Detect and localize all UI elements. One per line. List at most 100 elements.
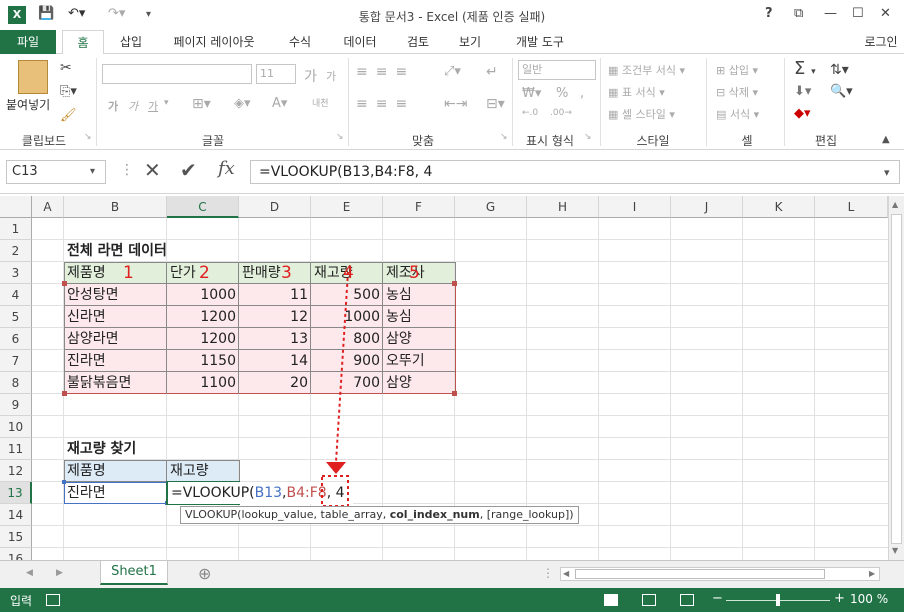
expand-formula-bar-icon[interactable]: ▾ xyxy=(884,166,890,179)
row-header-15[interactable]: 15 xyxy=(0,526,32,548)
row-header-8[interactable]: 8 xyxy=(0,372,32,394)
font-size-combo[interactable]: 11 xyxy=(256,64,296,84)
find-select-icon[interactable]: 🔍▾ xyxy=(830,84,853,99)
row-header-6[interactable]: 6 xyxy=(0,328,32,350)
delete-cells-button[interactable]: ⊟ 삭제 ▾ xyxy=(716,84,758,100)
row-header-9[interactable]: 9 xyxy=(0,394,32,416)
vertical-scrollbar[interactable]: ▲ ▼ xyxy=(888,196,904,560)
select-all-button[interactable] xyxy=(0,196,32,218)
row-header-11[interactable]: 11 xyxy=(0,438,32,460)
decrease-decimal-icon[interactable]: .00→ xyxy=(550,108,572,118)
column-header-i[interactable]: I xyxy=(599,196,671,218)
percent-button[interactable]: % xyxy=(556,86,568,101)
row-header-1[interactable]: 1 xyxy=(0,218,32,240)
number-launcher-icon[interactable]: ↘ xyxy=(584,132,592,142)
row-header-13[interactable]: 13 xyxy=(0,482,32,504)
zoom-slider-thumb[interactable] xyxy=(776,594,780,606)
tab-data[interactable]: 데이터 xyxy=(336,30,384,54)
wrap-text-icon[interactable]: ↵ xyxy=(486,64,498,80)
grow-font-button[interactable]: 가 xyxy=(304,66,317,86)
row-header-7[interactable]: 7 xyxy=(0,350,32,372)
close-button[interactable]: ✕ xyxy=(880,6,891,24)
paste-button[interactable]: 붙여넣기 xyxy=(6,96,50,113)
font-color-icon[interactable]: A▾ xyxy=(272,96,287,111)
worksheet-grid[interactable]: A B C D E F G H I J K L 1 2 3 4 5 6 7 8 … xyxy=(0,196,904,560)
prev-sheet-icon[interactable]: ◀ xyxy=(26,568,33,578)
shrink-font-button[interactable]: 가 xyxy=(326,68,336,84)
cell-styles-button[interactable]: ▦ 셀 스타일 ▾ xyxy=(608,106,675,122)
row-header-5[interactable]: 5 xyxy=(0,306,32,328)
column-header-a[interactable]: A xyxy=(32,196,64,218)
next-sheet-icon[interactable]: ▶ xyxy=(56,568,63,578)
conditional-format-button[interactable]: ▦ 조건부 서식 ▾ xyxy=(608,62,685,78)
login-link[interactable]: 로그인 xyxy=(858,30,904,54)
cut-icon[interactable]: ✂ xyxy=(60,60,72,76)
tab-insert[interactable]: 삽입 xyxy=(110,30,152,54)
minimize-button[interactable]: — xyxy=(824,6,837,24)
phonetic-button[interactable]: 내천 xyxy=(312,96,329,109)
number-format-combo[interactable]: 일반 xyxy=(518,60,596,80)
column-header-f[interactable]: F xyxy=(383,196,455,218)
vertical-align-icons[interactable]: ≡≡≡ xyxy=(356,64,415,80)
row-header-12[interactable]: 12 xyxy=(0,460,32,482)
alignment-launcher-icon[interactable]: ↘ xyxy=(500,132,508,142)
bold-button[interactable]: 가 xyxy=(108,98,118,114)
underline-dropdown-icon[interactable]: ▾ xyxy=(164,98,169,108)
column-header-b[interactable]: B xyxy=(64,196,167,218)
borders-icon[interactable]: ⊞▾ xyxy=(192,96,211,112)
format-cells-button[interactable]: ▤ 서식 ▾ xyxy=(716,106,759,122)
format-as-table-button[interactable]: ▦ 표 서식 ▾ xyxy=(608,84,665,100)
new-sheet-button[interactable]: ⊕ xyxy=(198,564,211,583)
tab-file[interactable]: 파일 xyxy=(0,30,56,54)
paste-icon[interactable] xyxy=(18,60,48,94)
tab-review[interactable]: 검토 xyxy=(398,30,438,54)
increase-decimal-icon[interactable]: ←.0 xyxy=(522,108,538,118)
horizontal-align-icons[interactable]: ≡≡≡ xyxy=(356,96,415,112)
tab-split-icon[interactable]: ⋮ xyxy=(542,566,554,580)
column-header-c[interactable]: C xyxy=(167,196,239,218)
tab-view[interactable]: 보기 xyxy=(450,30,490,54)
confirm-entry-icon[interactable]: ✔ xyxy=(180,158,197,182)
cancel-entry-icon[interactable]: ✕ xyxy=(144,158,161,182)
merge-icon[interactable]: ⊟▾ xyxy=(486,96,505,112)
clear-icon[interactable]: ◆▾ xyxy=(794,106,811,121)
column-header-l[interactable]: L xyxy=(815,196,888,218)
indent-icon[interactable]: ⇤⇥ xyxy=(444,96,467,112)
clipboard-launcher-icon[interactable]: ↘ xyxy=(84,132,92,142)
row-header-4[interactable]: 4 xyxy=(0,284,32,306)
accounting-icon[interactable]: ₩▾ xyxy=(522,86,541,101)
macro-record-icon[interactable] xyxy=(46,594,60,606)
help-button[interactable]: ? xyxy=(765,6,773,24)
font-name-combo[interactable] xyxy=(102,64,252,84)
row-header-2[interactable]: 2 xyxy=(0,240,32,262)
row-header-14[interactable]: 14 xyxy=(0,504,32,526)
collapse-ribbon-icon[interactable]: ▲ xyxy=(882,134,890,145)
italic-button[interactable]: 가 xyxy=(128,98,138,114)
format-painter-icon[interactable]: 🖌 xyxy=(60,108,77,123)
tab-page-layout[interactable]: 페이지 레이아웃 xyxy=(162,30,266,54)
column-header-g[interactable]: G xyxy=(455,196,527,218)
column-header-k[interactable]: K xyxy=(743,196,815,218)
autosum-icon[interactable]: Σ ▾ xyxy=(794,58,816,79)
ribbon-display-button[interactable]: ⧉ xyxy=(794,6,803,24)
zoom-out-button[interactable]: − xyxy=(712,591,723,606)
formula-bar-splitter-icon[interactable]: ⋮ xyxy=(120,162,134,178)
comma-style-icon[interactable]: , xyxy=(580,86,584,101)
horizontal-scrollbar[interactable]: ◀ ▶ xyxy=(560,567,880,581)
insert-cells-button[interactable]: ⊞ 삽입 ▾ xyxy=(716,62,758,78)
formula-input[interactable]: =VLOOKUP(B13,B4:F8, 4 xyxy=(250,160,900,184)
column-header-h[interactable]: H xyxy=(527,196,599,218)
orientation-icon[interactable]: ⤢▾ xyxy=(444,64,461,79)
column-header-j[interactable]: J xyxy=(671,196,743,218)
row-header-16[interactable]: 16 xyxy=(0,548,32,560)
tab-home[interactable]: 홈 xyxy=(62,30,104,55)
normal-view-icon[interactable] xyxy=(604,594,618,606)
page-break-view-icon[interactable] xyxy=(680,594,694,606)
tab-formulas[interactable]: 수식 xyxy=(280,30,320,54)
row-header-10[interactable]: 10 xyxy=(0,416,32,438)
tab-developer[interactable]: 개발 도구 xyxy=(504,30,576,54)
column-header-e[interactable]: E xyxy=(311,196,383,218)
name-box-dropdown-icon[interactable]: ▾ xyxy=(90,166,95,177)
page-layout-view-icon[interactable] xyxy=(642,594,656,606)
sort-filter-icon[interactable]: ⇅▾ xyxy=(830,62,849,78)
